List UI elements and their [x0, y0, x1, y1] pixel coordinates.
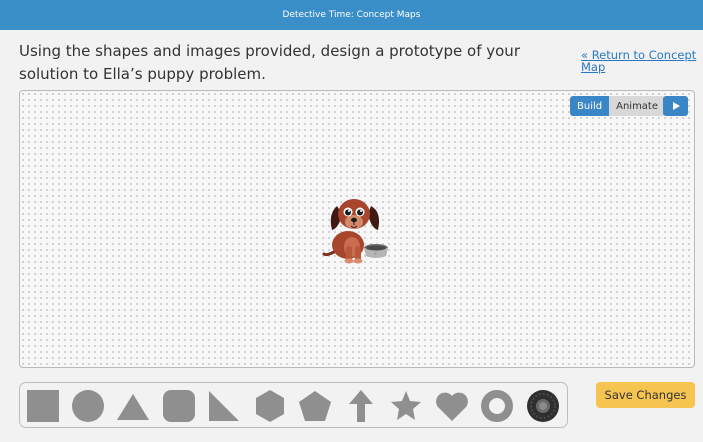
circle-shape[interactable] [70, 388, 106, 424]
triangle-shape[interactable] [115, 388, 151, 424]
arrow-up-shape[interactable] [343, 388, 379, 424]
heart-shape[interactable] [434, 388, 470, 424]
mode-toggle[interactable]: Build Animate [570, 96, 666, 116]
save-changes-button[interactable]: Save Changes [596, 382, 695, 408]
pentagon-shape[interactable] [297, 388, 333, 424]
instructions-text: Using the shapes and images provided, de… [19, 42, 520, 83]
animate-mode-button[interactable]: Animate [609, 96, 666, 116]
square-shape[interactable] [25, 388, 61, 424]
puppy-image[interactable] [322, 190, 392, 266]
build-mode-button[interactable]: Build [570, 96, 610, 116]
window-title: Detective Time: Concept Maps [282, 10, 421, 20]
window-title-bar: Detective Time: Concept Maps [0, 0, 703, 30]
ring-shape[interactable] [479, 388, 515, 424]
shape-tray [19, 382, 568, 428]
return-to-concept-map-link[interactable]: « Return to Concept Map [581, 49, 699, 73]
rounded-square-shape[interactable] [161, 388, 197, 424]
play-button[interactable] [663, 96, 688, 116]
play-icon [672, 102, 680, 110]
hexagon-shape[interactable] [252, 388, 288, 424]
star-shape[interactable] [388, 388, 424, 424]
right-triangle-shape[interactable] [206, 388, 242, 424]
tire-shape[interactable] [525, 388, 561, 424]
